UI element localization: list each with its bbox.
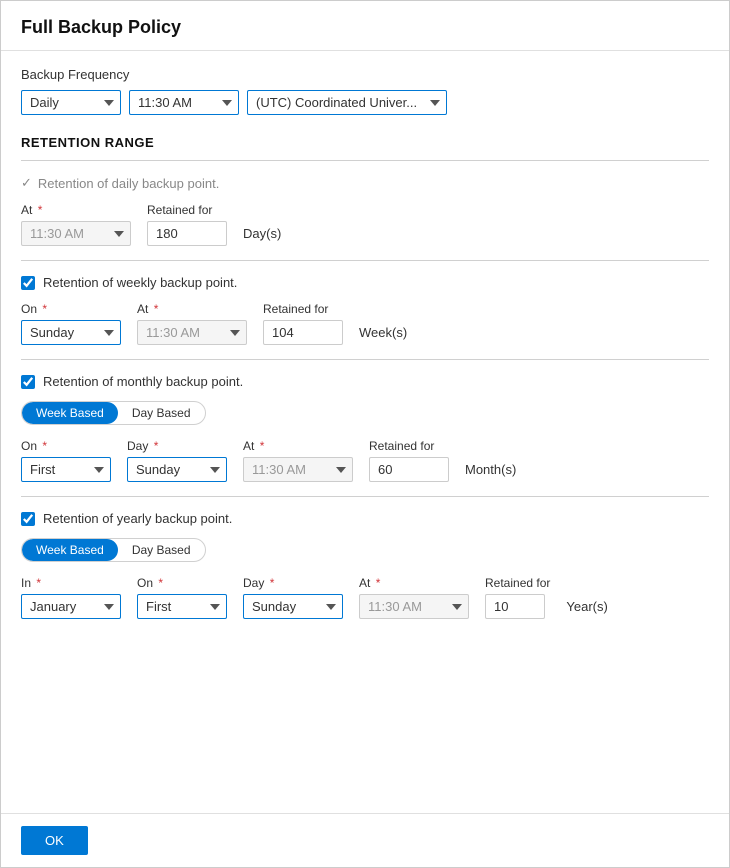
monthly-unit-label: Month(s) [465, 462, 516, 482]
monthly-checkbox[interactable] [21, 375, 35, 389]
check-icon: ✓ [21, 175, 32, 191]
weekly-unit-label: Week(s) [359, 325, 407, 345]
yearly-retained-label: Retained for [485, 576, 550, 590]
monthly-week-based-btn[interactable]: Week Based [22, 402, 118, 424]
weekly-on-label: On * [21, 302, 121, 316]
yearly-in-select[interactable]: JanuaryFebruaryMarch AprilMayJune JulyAu… [21, 594, 121, 619]
yearly-at-group: At * 11:30 AM [359, 576, 469, 619]
page-container: Full Backup Policy Backup Frequency Dail… [0, 0, 730, 868]
monthly-day-select[interactable]: Sunday Monday Tuesday Wednesday Thursday… [127, 457, 227, 482]
weekly-retained-group: Retained for [263, 302, 343, 345]
monthly-fields-row: On * First Second Third Fourth Last Day … [21, 439, 709, 482]
monthly-at-group: At * 11:30 AM [243, 439, 353, 482]
yearly-at-label: At * [359, 576, 469, 590]
page-header: Full Backup Policy [1, 1, 729, 51]
daily-unit-label: Day(s) [243, 226, 281, 246]
monthly-retained-group: Retained for [369, 439, 449, 482]
yearly-toggle-group: Week Based Day Based [21, 538, 206, 562]
timezone-select[interactable]: (UTC) Coordinated Univer... [247, 90, 447, 115]
daily-at-label: At * [21, 203, 131, 217]
time-select[interactable]: 11:30 AM 12:00 PM [129, 90, 239, 115]
daily-at-group: At * 11:30 AM [21, 203, 131, 246]
weekly-checkbox-row: Retention of weekly backup point. [21, 275, 709, 290]
weekly-retained-input[interactable] [263, 320, 343, 345]
backup-frequency-label: Backup Frequency [21, 67, 709, 82]
yearly-at-select[interactable]: 11:30 AM [359, 594, 469, 619]
backup-frequency-row: Daily Weekly Monthly 11:30 AM 12:00 PM (… [21, 90, 709, 115]
yearly-on-group: On * First Second Third Fourth Last [137, 576, 227, 619]
daily-at-select[interactable]: 11:30 AM [21, 221, 131, 246]
yearly-in-group: In * JanuaryFebruaryMarch AprilMayJune J… [21, 576, 121, 619]
yearly-week-based-btn[interactable]: Week Based [22, 539, 118, 561]
monthly-day-based-btn[interactable]: Day Based [118, 402, 205, 424]
weekly-at-group: At * 11:30 AM [137, 302, 247, 345]
monthly-on-group: On * First Second Third Fourth Last [21, 439, 111, 482]
weekly-retained-label: Retained for [263, 302, 343, 316]
monthly-toggle-group: Week Based Day Based [21, 401, 206, 425]
yearly-on-select[interactable]: First Second Third Fourth Last [137, 594, 227, 619]
yearly-on-label: On * [137, 576, 227, 590]
daily-retention-label: Retention of daily backup point. [38, 176, 219, 191]
yearly-checkbox[interactable] [21, 512, 35, 526]
daily-retained-group: Retained for [147, 203, 227, 246]
monthly-retention-block: Retention of monthly backup point. Week … [21, 359, 709, 496]
monthly-checkbox-row: Retention of monthly backup point. [21, 374, 709, 389]
yearly-checkbox-row: Retention of yearly backup point. [21, 511, 709, 526]
monthly-day-group: Day * Sunday Monday Tuesday Wednesday Th… [127, 439, 227, 482]
weekly-at-select[interactable]: 11:30 AM [137, 320, 247, 345]
monthly-on-select[interactable]: First Second Third Fourth Last [21, 457, 111, 482]
yearly-retained-group: Retained for [485, 576, 550, 619]
daily-fields-row: At * 11:30 AM Retained for Day(s) [21, 203, 709, 246]
monthly-at-label: At * [243, 439, 353, 453]
weekly-on-group: On * Sunday Monday Tuesday Wednesday Thu… [21, 302, 121, 345]
weekly-checkbox[interactable] [21, 276, 35, 290]
yearly-in-label: In * [21, 576, 121, 590]
yearly-fields-row: In * JanuaryFebruaryMarch AprilMayJune J… [21, 576, 709, 619]
main-content: Backup Frequency Daily Weekly Monthly 11… [1, 51, 729, 813]
monthly-checkbox-label: Retention of monthly backup point. [43, 374, 243, 389]
frequency-select[interactable]: Daily Weekly Monthly [21, 90, 121, 115]
yearly-retained-input[interactable] [485, 594, 545, 619]
daily-retained-input[interactable] [147, 221, 227, 246]
daily-retention-block: ✓ Retention of daily backup point. At * … [21, 160, 709, 260]
weekly-at-label: At * [137, 302, 247, 316]
monthly-day-label: Day * [127, 439, 227, 453]
weekly-checkbox-label: Retention of weekly backup point. [43, 275, 237, 290]
footer: OK [1, 813, 729, 867]
yearly-day-label: Day * [243, 576, 343, 590]
weekly-fields-row: On * Sunday Monday Tuesday Wednesday Thu… [21, 302, 709, 345]
monthly-on-label: On * [21, 439, 111, 453]
weekly-on-select[interactable]: Sunday Monday Tuesday Wednesday Thursday… [21, 320, 121, 345]
yearly-checkbox-label: Retention of yearly backup point. [43, 511, 232, 526]
monthly-retained-label: Retained for [369, 439, 449, 453]
yearly-day-select[interactable]: Sunday Monday Tuesday Wednesday Thursday… [243, 594, 343, 619]
yearly-day-based-btn[interactable]: Day Based [118, 539, 205, 561]
daily-retention-note: ✓ Retention of daily backup point. [21, 175, 709, 191]
weekly-retention-block: Retention of weekly backup point. On * S… [21, 260, 709, 359]
monthly-retained-input[interactable] [369, 457, 449, 482]
retention-range-title: RETENTION RANGE [21, 135, 709, 150]
page-title: Full Backup Policy [21, 17, 709, 38]
yearly-day-group: Day * Sunday Monday Tuesday Wednesday Th… [243, 576, 343, 619]
yearly-retention-block: Retention of yearly backup point. Week B… [21, 496, 709, 633]
ok-button[interactable]: OK [21, 826, 88, 855]
daily-retained-label: Retained for [147, 203, 227, 217]
yearly-unit-label: Year(s) [566, 599, 607, 619]
monthly-at-select[interactable]: 11:30 AM [243, 457, 353, 482]
